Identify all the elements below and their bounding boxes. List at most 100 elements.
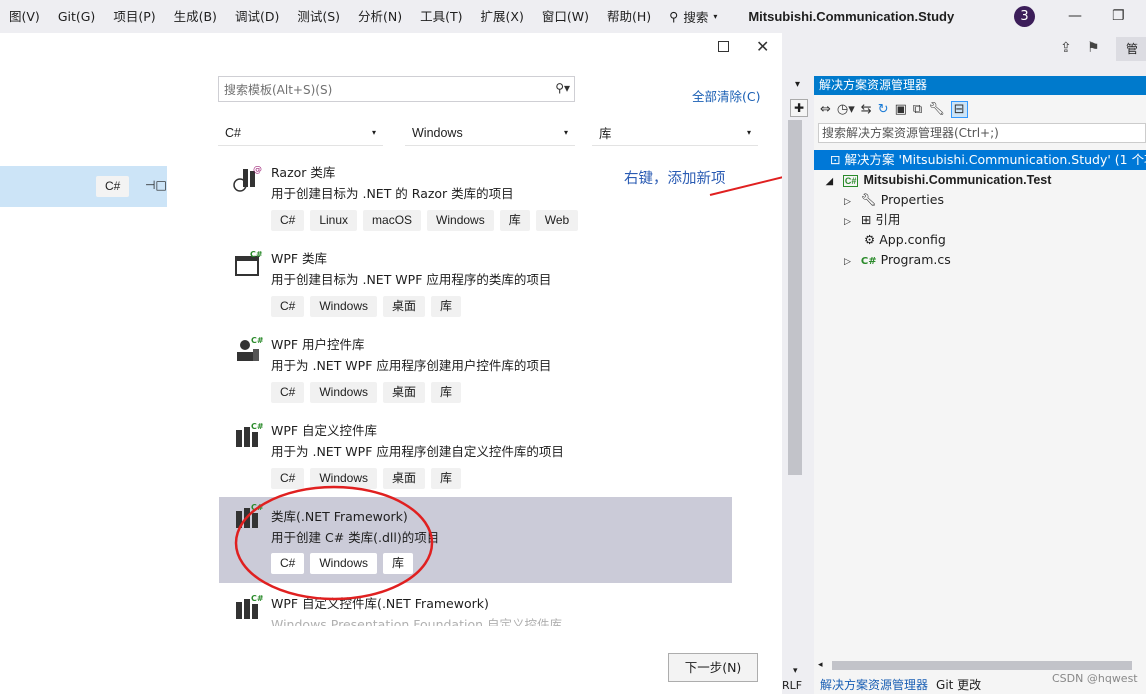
- wrench-icon: 🔧︎: [860, 192, 877, 207]
- wpf-library-icon: C#: [235, 250, 263, 276]
- tree-item-references[interactable]: ▷ ⊞ 引用: [844, 210, 900, 230]
- tree-item-app-config[interactable]: ⚙ App.config: [864, 230, 946, 250]
- csharp-file-icon: C#: [860, 256, 877, 267]
- recent-tag: C#: [96, 176, 130, 197]
- project-node-label: Mitsubishi.Communication.Test: [863, 173, 1052, 187]
- restore-icon[interactable]: ❐: [1112, 8, 1125, 24]
- menu-test[interactable]: 测试(S): [288, 0, 349, 33]
- template-title: WPF 类库: [271, 251, 328, 266]
- project-type-filter[interactable]: 库 ▾: [592, 120, 758, 146]
- menu-extensions[interactable]: 扩展(X): [472, 0, 533, 33]
- tree-project-node[interactable]: ◢ C# Mitsubishi.Communication.Test: [826, 170, 1051, 190]
- template-description: Windows Presentation Foundation 自定义控件库: [271, 617, 562, 626]
- menu-view[interactable]: 图(V): [0, 0, 49, 33]
- collapsed-icon: ▷: [844, 257, 851, 267]
- tree-item-properties[interactable]: ▷ 🔧︎ Properties: [844, 190, 944, 210]
- template-description: 用于创建目标为 .NET WPF 应用程序的类库的项目: [271, 272, 552, 287]
- tree-item-label: App.config: [879, 232, 946, 247]
- highlight-circle: [234, 485, 434, 601]
- show-all-files-icon[interactable]: ⧉: [913, 102, 922, 117]
- menu-debug[interactable]: 调试(D): [226, 0, 288, 33]
- menu-analyze[interactable]: 分析(N): [349, 0, 411, 33]
- svg-text:C#: C#: [251, 422, 263, 431]
- clear-all-link[interactable]: 全部清除(C): [692, 86, 760, 105]
- solution-search-input[interactable]: 搜索解决方案资源管理器(Ctrl+;): [818, 123, 1146, 143]
- tree-item-label: Program.cs: [880, 252, 951, 267]
- search-icon: ⚲: [669, 9, 679, 24]
- svg-text:C#: C#: [251, 336, 263, 345]
- preview-icon[interactable]: ⊟: [950, 100, 968, 118]
- expanded-icon: ◢: [826, 176, 833, 186]
- language-filter[interactable]: C# ▾: [218, 120, 383, 146]
- chevron-down-icon: ▾: [713, 12, 718, 21]
- tag: 库: [431, 382, 462, 403]
- collapse-all-icon[interactable]: ▣: [895, 102, 907, 117]
- template-description: 用于为 .NET WPF 应用程序创建用户控件库的项目: [271, 358, 552, 373]
- collapsed-icon: ▷: [844, 217, 851, 227]
- tag: 库: [499, 210, 530, 231]
- menu-git[interactable]: Git(G): [49, 0, 105, 33]
- horizontal-scrollbar-thumb[interactable]: [832, 661, 1132, 670]
- maximize-icon[interactable]: [718, 41, 729, 52]
- sync-icon[interactable]: ⇔: [820, 102, 831, 117]
- svg-text:C#: C#: [250, 250, 263, 259]
- menu-build[interactable]: 生成(B): [165, 0, 226, 33]
- tab-git-changes[interactable]: Git 更改: [936, 676, 981, 694]
- tag: Windows: [310, 382, 378, 403]
- solution-explorer-toolbar: ⇔ ◷▾ ⇆ ↻ ▣ ⧉ 🔧︎ ⊟: [814, 95, 1146, 123]
- tag: Windows: [427, 210, 494, 231]
- minimize-icon[interactable]: —: [1068, 8, 1082, 24]
- switch-views-icon[interactable]: ⇆: [861, 102, 872, 117]
- split-icon[interactable]: ✚: [790, 99, 808, 117]
- language-filter-value: C#: [225, 125, 241, 140]
- search-placeholder: 搜索模板(Alt+S)(S): [224, 82, 333, 97]
- next-button[interactable]: 下一步(N): [668, 653, 758, 682]
- tree-solution-node[interactable]: ⊡ 解决方案 'Mitsubishi.Communication.Study' (…: [814, 150, 1146, 170]
- menu-search[interactable]: ⚲ 搜索 ▾: [660, 0, 726, 33]
- platform-filter[interactable]: Windows ▾: [405, 120, 575, 146]
- tag: C#: [271, 296, 305, 317]
- menu-window[interactable]: 窗口(W): [533, 0, 598, 33]
- feedback-icon[interactable]: ⚑: [1087, 40, 1100, 56]
- references-icon: ⊞: [860, 212, 872, 227]
- properties-icon[interactable]: 🔧︎: [928, 102, 945, 117]
- template-tags: C# Linux macOS Windows 库 Web: [271, 210, 584, 231]
- refresh-icon[interactable]: ↻: [878, 102, 889, 117]
- tab-solution-explorer[interactable]: 解决方案资源管理器: [814, 676, 928, 694]
- line-ending-indicator[interactable]: RLF: [782, 679, 802, 692]
- tag: C#: [271, 382, 305, 403]
- wpf-user-control-icon: C#: [237, 336, 263, 361]
- history-icon[interactable]: ◷▾: [837, 102, 855, 117]
- pin-icon[interactable]: ⊣□: [145, 178, 167, 192]
- scrollbar-thumb[interactable]: [788, 120, 802, 475]
- manage-button[interactable]: 管理: [1116, 37, 1146, 61]
- notification-badge[interactable]: 3: [1014, 6, 1035, 27]
- tag: Windows: [310, 296, 378, 317]
- menu-project[interactable]: 项目(P): [104, 0, 164, 33]
- share-icon[interactable]: ⇪: [1060, 40, 1072, 56]
- menu-tools[interactable]: 工具(T): [411, 0, 471, 33]
- menu-help[interactable]: 帮助(H): [598, 0, 660, 33]
- template-wpf-class-library[interactable]: C# WPF 类库 用于创建目标为 .NET WPF 应用程序的类库的项目 C#…: [219, 244, 732, 330]
- tag: Web: [535, 210, 579, 231]
- tag: macOS: [363, 210, 422, 231]
- chevron-down-icon[interactable]: ▾: [795, 79, 800, 90]
- recent-templates-panel: C# ⊣□: [0, 33, 167, 694]
- add-project-dialog: C# ⊣□ ✕ 搜索模板(Alt+S)(S) ⚲▾ 全部清除(C) C# ▾ Wi…: [0, 33, 782, 694]
- chevron-down-icon: ▾: [563, 128, 568, 137]
- search-icon: ⚲▾: [555, 81, 570, 95]
- template-wpf-user-control-library[interactable]: C# WPF 用户控件库 用于为 .NET WPF 应用程序创建用户控件库的项目…: [219, 330, 732, 416]
- template-search-input[interactable]: 搜索模板(Alt+S)(S) ⚲▾: [218, 76, 575, 102]
- chevron-down-icon[interactable]: ▾: [793, 666, 798, 676]
- svg-text:@: @: [253, 165, 262, 175]
- template-title: WPF 用户控件库: [271, 337, 365, 352]
- recent-template-item[interactable]: C# ⊣□: [0, 166, 167, 207]
- app-title: Mitsubishi.Communication.Study: [748, 9, 955, 24]
- tree-item-program-cs[interactable]: ▷ C# Program.cs: [844, 250, 951, 270]
- solution-explorer: 解决方案资源管理器 ⇔ ◷▾ ⇆ ↻ ▣ ⧉ 🔧︎ ⊟ 搜索解决方案资源管理器(…: [814, 76, 1146, 694]
- menu-bar: 图(V) Git(G) 项目(P) 生成(B) 调试(D) 测试(S) 分析(N…: [0, 0, 1146, 33]
- scroll-left-icon[interactable]: ◂: [818, 660, 823, 670]
- solution-explorer-title: 解决方案资源管理器: [814, 76, 1146, 95]
- wpf-custom-control-icon: C#: [236, 422, 263, 447]
- close-icon[interactable]: ✕: [756, 37, 769, 56]
